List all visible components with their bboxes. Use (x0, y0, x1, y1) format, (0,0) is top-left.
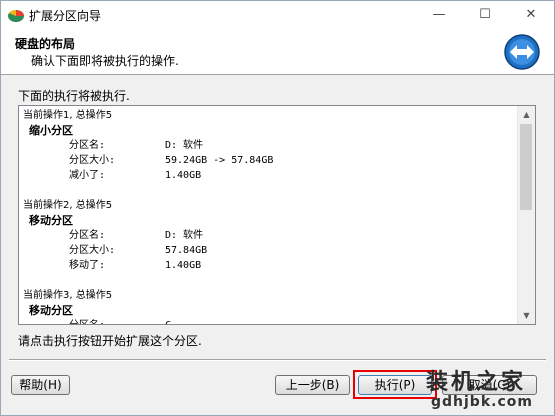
row-key: 减小了: (69, 170, 106, 181)
operation-type: 移动分区 (29, 214, 73, 227)
row-key: 分区大小: (69, 245, 116, 256)
watermark-text: 装机之家 (426, 370, 527, 395)
scroll-up-arrow-icon[interactable]: ▲ (518, 106, 535, 123)
instruction-hint: 请点击执行按钮开始扩展这个分区. (18, 334, 202, 348)
row-value: C (165, 318, 171, 324)
row-key: 移动了: (69, 260, 106, 271)
row-key: 分区名: (69, 230, 106, 241)
execute-highlight-box (353, 370, 437, 399)
operation-header: 当前操作2, 总操作5 (23, 200, 113, 211)
scroll-thumb[interactable] (520, 124, 532, 210)
row-value: D: 软件 (165, 230, 204, 241)
title-bar: 扩展分区向导 — ☐ ✕ (1, 1, 554, 29)
partition-app-icon (8, 9, 24, 22)
operations-list[interactable]: 当前操作1, 总操作5 缩小分区 分区名: D: 软件 分区大小: 59.24GB … (18, 105, 536, 325)
row-value: 1.40GB (165, 260, 202, 271)
arrows-lr-icon (504, 34, 540, 70)
wizard-window: 扩展分区向导 — ☐ ✕ 硬盘的布局 确认下面即将被执行的操作. 下面的执行将被… (0, 0, 555, 416)
divider (9, 359, 546, 361)
back-button[interactable]: 上一步(B) (275, 375, 350, 395)
row-value: D: 软件 (165, 140, 204, 151)
operation-row: 分区名: D: 软件 (23, 138, 519, 153)
help-button[interactable]: 帮助(H) (11, 375, 70, 395)
row-key: 分区名: (23, 318, 165, 324)
header-subtitle: 确认下面即将被执行的操作. (31, 54, 179, 68)
operation-row: 分区大小: 59.24GB -> 57.84GB (23, 153, 519, 168)
window-title: 扩展分区向导 (29, 9, 102, 23)
operation-row: 分区大小: 57.84GB (23, 243, 519, 258)
close-button[interactable]: ✕ (508, 1, 554, 29)
operation-row: 减小了: 1.40GB (23, 168, 519, 183)
section-label: 下面的执行将被执行. (18, 89, 130, 103)
vertical-scrollbar[interactable]: ▲ ▼ (517, 106, 535, 324)
operation-row: 移动了: 1.40GB (23, 258, 519, 273)
minimize-button[interactable]: — (416, 1, 462, 29)
maximize-button[interactable]: ☐ (462, 1, 508, 29)
row-value: 59.24GB -> 57.84GB (165, 155, 274, 166)
operation-header: 当前操作1, 总操作5 (23, 110, 113, 121)
row-value: 1.40GB (165, 170, 202, 181)
operation-header: 当前操作3, 总操作5 (23, 290, 113, 301)
operations-content: 当前操作1, 总操作5 缩小分区 分区名: D: 软件 分区大小: 59.24GB … (23, 108, 519, 324)
header-title: 硬盘的布局 (15, 37, 76, 51)
scroll-down-arrow-icon[interactable]: ▼ (518, 307, 535, 324)
operation-row: 分区名: D: 软件 (23, 228, 519, 243)
row-value: 57.84GB (165, 245, 208, 256)
operation-type: 移动分区 (29, 304, 73, 317)
wizard-header: 硬盘的布局 确认下面即将被执行的操作. (1, 29, 554, 75)
row-key: 分区大小: (69, 155, 116, 166)
operation-type: 缩小分区 (29, 124, 73, 137)
operation-row: 分区名:C (23, 318, 519, 324)
watermark-url: gdhjbk.com (431, 394, 533, 410)
row-key: 分区名: (69, 140, 106, 151)
